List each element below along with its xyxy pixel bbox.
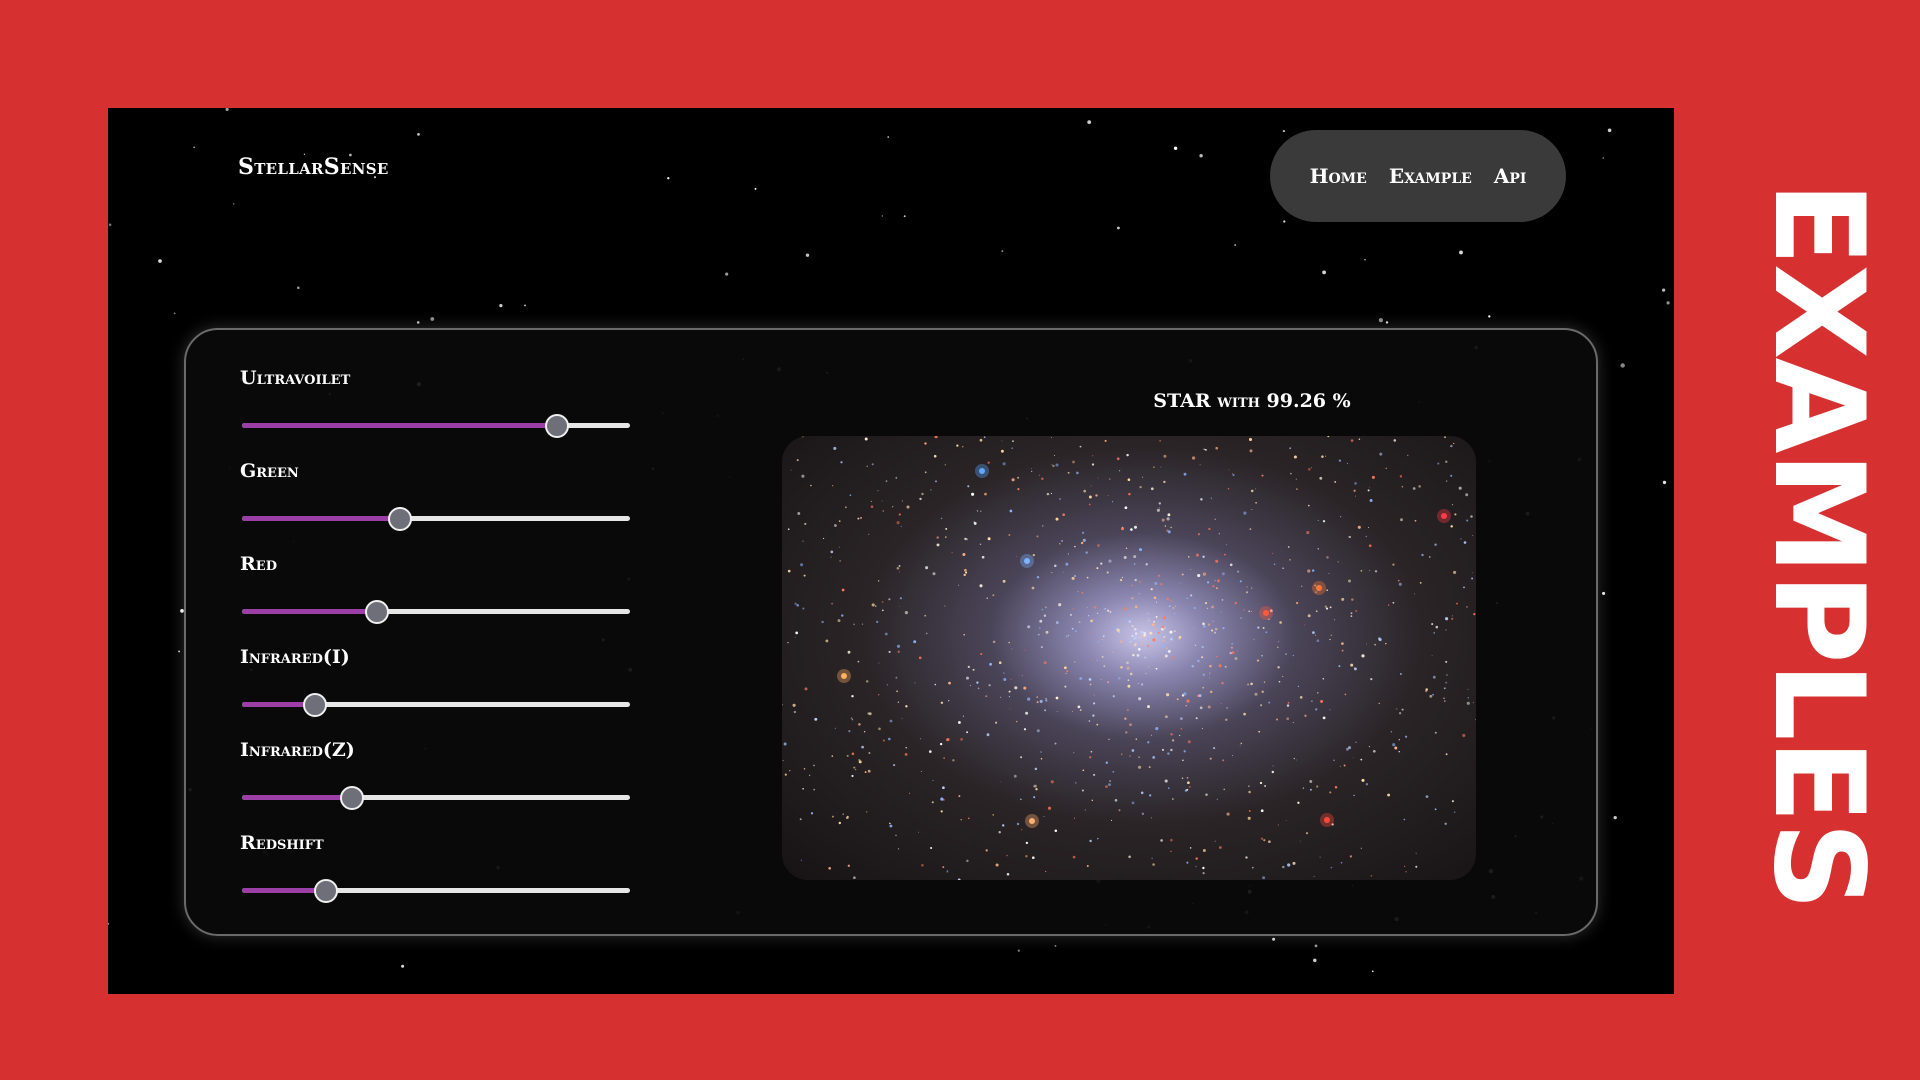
infrared-z-slider[interactable]: [242, 786, 630, 810]
infrared-i-control: Infrared(I): [240, 645, 632, 717]
ultraviolet-label: Ultravoilet: [240, 367, 351, 389]
red-slider-fill: [242, 609, 376, 614]
ultraviolet-slider-fill: [242, 423, 557, 428]
red-slider-handle[interactable]: [364, 600, 389, 624]
redshift-slider-handle[interactable]: [314, 879, 339, 903]
nav-api-link[interactable]: Api: [1494, 164, 1527, 188]
star-cluster-graphic: [782, 436, 1476, 880]
app-window: StellarSense Home Example Api Ultravoile…: [108, 108, 1674, 994]
side-title-text: EXAMPLES: [1746, 181, 1891, 909]
infrared-z-label: Infrared(Z): [240, 739, 355, 761]
prediction-panel: Ultravoilet Green Red Infrared(I) Infrar…: [184, 328, 1598, 936]
red-control: Red: [240, 552, 632, 624]
infrared-z-slider-handle[interactable]: [339, 786, 364, 810]
main-nav: Home Example Api: [1270, 130, 1566, 222]
brand-logo[interactable]: StellarSense: [238, 154, 389, 180]
infrared-i-label: Infrared(I): [240, 646, 350, 668]
nav-example-link[interactable]: Example: [1389, 164, 1472, 188]
side-title: EXAMPLES: [1746, 150, 1890, 940]
redshift-label: Redshift: [240, 832, 324, 854]
ultraviolet-slider-handle[interactable]: [545, 414, 570, 438]
green-slider[interactable]: [242, 507, 630, 531]
green-slider-handle[interactable]: [388, 507, 413, 531]
ultraviolet-slider[interactable]: [242, 414, 630, 438]
green-slider-fill: [242, 516, 400, 521]
star-cluster-image: [782, 436, 1476, 880]
prediction-result: STAR with 99.26 %: [1153, 390, 1351, 412]
infrared-z-control: Infrared(Z): [240, 738, 632, 810]
green-label: Green: [240, 460, 299, 482]
redshift-control: Redshift: [240, 831, 632, 903]
infrared-z-slider-fill: [242, 795, 351, 800]
red-label: Red: [240, 553, 277, 575]
redshift-slider[interactable]: [242, 879, 630, 903]
ultraviolet-control: Ultravoilet: [240, 366, 632, 438]
redshift-slider-fill: [242, 888, 326, 893]
red-slider[interactable]: [242, 600, 630, 624]
green-control: Green: [240, 459, 632, 531]
infrared-i-slider-handle[interactable]: [302, 693, 327, 717]
infrared-i-slider[interactable]: [242, 693, 630, 717]
nav-home-link[interactable]: Home: [1310, 164, 1367, 188]
